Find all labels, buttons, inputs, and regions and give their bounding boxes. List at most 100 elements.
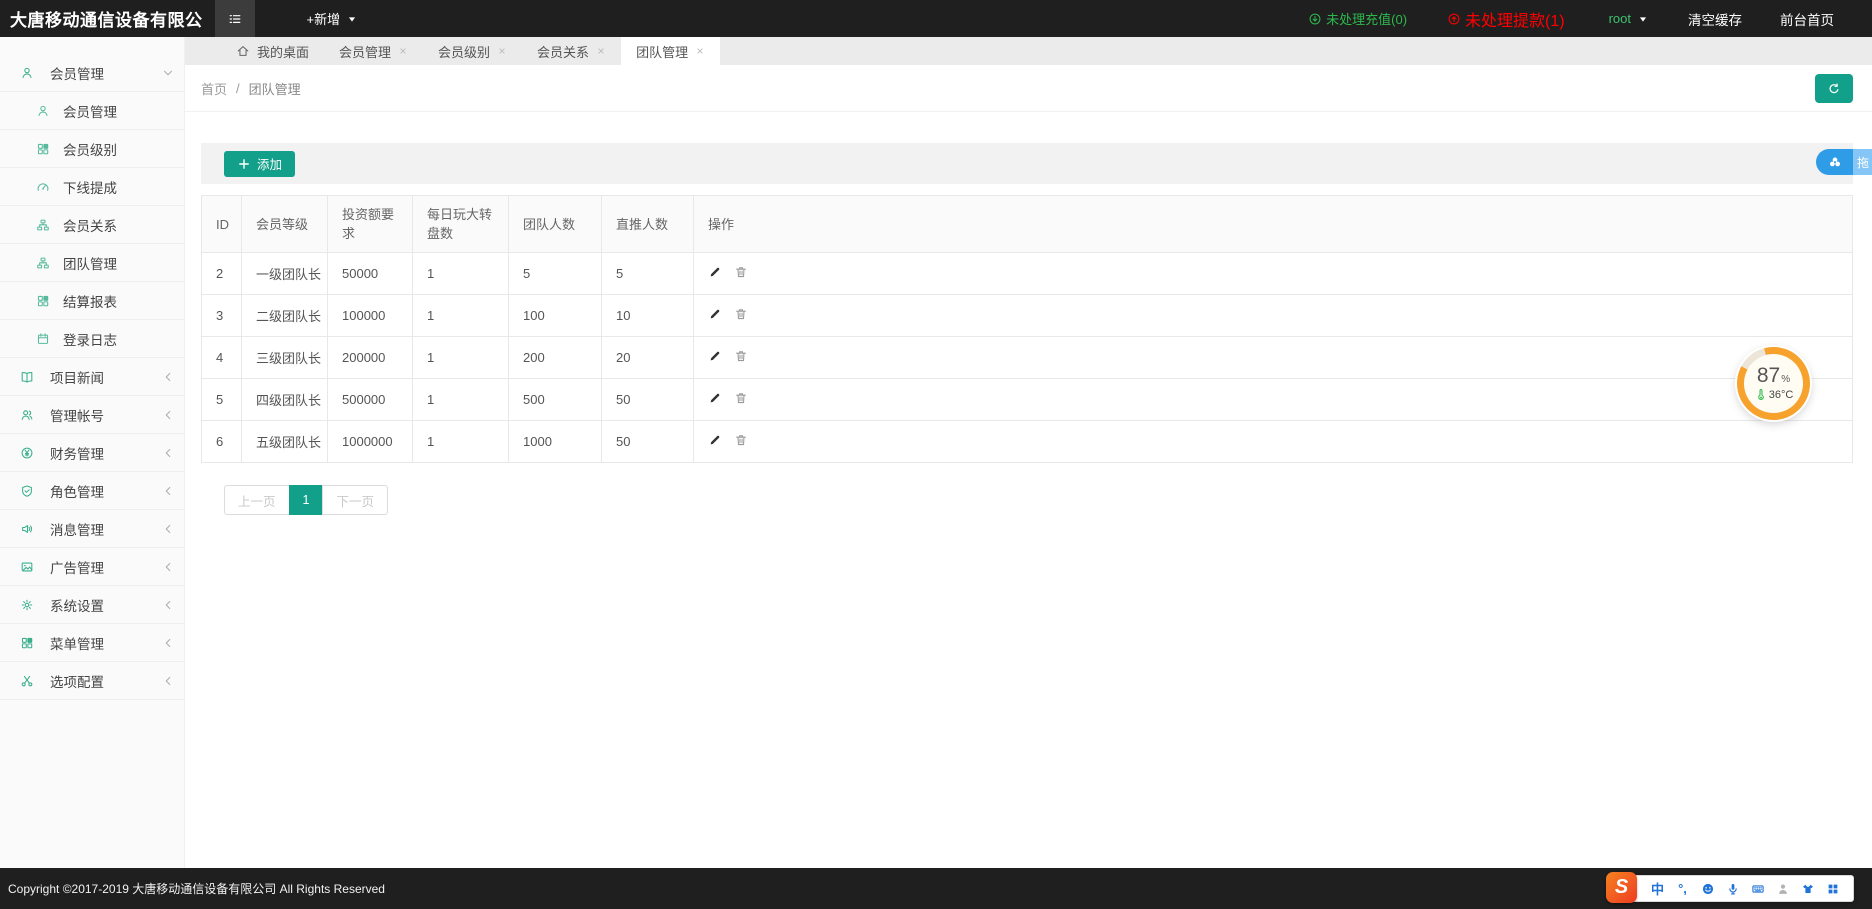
sogou-logo-icon[interactable]: S [1606,872,1637,903]
table-cell: 1 [413,337,509,379]
refresh-button[interactable] [1815,74,1853,103]
drag-handle-label: 拖 [1853,149,1872,175]
table-header-row: ID会员等级投资额要求每日玩大转盘数团队人数直推人数操作 [202,196,1853,253]
ime-toolbar: S 中°, [1608,875,1854,902]
home-icon [236,44,250,58]
sidebar-item-message-manage[interactable]: 消息管理 [0,510,184,548]
sidebar-item-label: 会员级别 [63,139,117,159]
prev-page-button[interactable]: 上一页 [224,485,290,515]
table-row: 4三级团队长200000120020 [202,337,1853,379]
delete-button[interactable] [734,391,748,408]
sidebar-item-system-settings[interactable]: 系统设置 [0,586,184,624]
delete-button[interactable] [734,307,748,324]
keyboard-icon[interactable] [1745,875,1770,902]
tab-member-relation[interactable]: 会员关系 [522,37,621,65]
topbar-right: 未处理充值(0) 未处理提款(1) root 清空缓存 前台首页 [1308,7,1872,31]
table-cell: 50 [602,379,694,421]
sidebar-item-label: 财务管理 [50,443,104,463]
tab-desktop[interactable]: 我的桌面 [221,37,324,65]
table-cell: 2 [202,253,242,295]
breadcrumb-home-link[interactable]: 首页 [201,79,227,98]
toolbox-icon[interactable] [1820,875,1845,902]
sidebar-item-member-manage[interactable]: 会员管理 [0,92,184,130]
caret-down-icon [1636,12,1650,26]
breadcrumb-current: 团队管理 [249,79,301,98]
close-icon[interactable] [398,46,408,56]
add-button[interactable]: 添加 [224,151,295,177]
grid-icon [36,294,50,308]
sidebar-item-settlement-report[interactable]: 结算报表 [0,282,184,320]
sidebar-item-role-manage[interactable]: 角色管理 [0,472,184,510]
sidebar-item-ad-manage[interactable]: 广告管理 [0,548,184,586]
tab-team-manage[interactable]: 团队管理 [621,37,720,65]
close-icon[interactable] [596,46,606,56]
breadcrumb: 首页 / 团队管理 [201,79,301,98]
book-icon [20,370,34,384]
table-cell: 100000 [328,295,413,337]
sidebar-item-label: 结算报表 [63,291,117,311]
user-menu[interactable]: root [1609,11,1650,26]
close-icon[interactable] [695,46,705,56]
sidebar-item-member-manage-group[interactable]: 会员管理 [0,54,184,92]
pending-withdraw-badge[interactable]: 未处理提款(1) [1447,7,1565,31]
close-icon[interactable] [497,46,507,56]
delete-button[interactable] [734,433,748,450]
pending-recharge-badge[interactable]: 未处理充值(0) [1308,9,1407,28]
sidebar-toggle-button[interactable] [215,0,255,37]
account-icon[interactable] [1770,875,1795,902]
pencil-icon [708,265,722,279]
edit-button[interactable] [708,391,722,408]
delete-button[interactable] [734,349,748,366]
cpu-temp-gauge-widget[interactable]: 87% 36°C [1737,347,1810,420]
table-cell: 3 [202,295,242,337]
operation-cell [694,337,1853,379]
table-cell: 一级团队长 [242,253,328,295]
sidebar-item-finance-manage[interactable]: 财务管理 [0,434,184,472]
percent-unit: % [1781,375,1790,385]
sidebar-item-login-log[interactable]: 登录日志 [0,320,184,358]
mic-icon[interactable] [1720,875,1745,902]
delete-button[interactable] [734,265,748,282]
edit-button[interactable] [708,265,722,282]
next-page-button[interactable]: 下一页 [322,485,388,515]
table-cell: 五级团队长 [242,421,328,463]
operation-cell [694,421,1853,463]
sidebar-item-team-manage[interactable]: 团队管理 [0,244,184,282]
netdisk-cloud-icon [1816,149,1853,175]
new-dropdown[interactable]: +新增 [307,9,360,28]
chinese-mode-icon[interactable]: 中 [1645,875,1670,902]
punctuation-icon[interactable]: °, [1670,875,1695,902]
tab-label: 会员关系 [537,42,589,61]
tab-member-level[interactable]: 会员级别 [423,37,522,65]
sidebar-item-downline-commission[interactable]: 下线提成 [0,168,184,206]
sidebar-item-label: 项目新闻 [50,367,104,387]
sidebar-item-member-level[interactable]: 会员级别 [0,130,184,168]
speaker-icon [20,522,34,536]
edit-button[interactable] [708,307,722,324]
emoji-icon[interactable] [1695,875,1720,902]
tab-label: 会员级别 [438,42,490,61]
pencil-icon [708,391,722,405]
chevron-left-icon [161,522,175,536]
sidebar-item-option-config[interactable]: 选项配置 [0,662,184,700]
skin-icon[interactable] [1795,875,1820,902]
sidebar-item-project-news[interactable]: 项目新闻 [0,358,184,396]
sidebar-item-label: 消息管理 [50,519,104,539]
clear-cache-button[interactable]: 清空缓存 [1688,9,1742,29]
sidebar-item-label: 会员管理 [50,63,104,83]
sidebar-item-menu-manage[interactable]: 菜单管理 [0,624,184,662]
front-home-button[interactable]: 前台首页 [1780,9,1834,29]
page-1-button[interactable]: 1 [289,485,324,515]
edit-button[interactable] [708,349,722,366]
table-row: 2一级团队长50000155 [202,253,1853,295]
tab-member-manage[interactable]: 会员管理 [324,37,423,65]
sidebar-item-label: 菜单管理 [50,633,104,653]
sidebar-item-admin-account[interactable]: 管理帐号 [0,396,184,434]
footer: Copyright ©2017-2019 大唐移动通信设备有限公司 All Ri… [0,868,1872,909]
sidebar-item-member-relation[interactable]: 会员关系 [0,206,184,244]
table-row: 3二级团队长100000110010 [202,295,1853,337]
team-level-table: ID会员等级投资额要求每日玩大转盘数团队人数直推人数操作 2一级团队长50000… [201,195,1853,463]
edit-button[interactable] [708,433,722,450]
column-header: 操作 [694,196,1853,253]
drag-handle-widget[interactable]: 拖 [1816,149,1872,175]
